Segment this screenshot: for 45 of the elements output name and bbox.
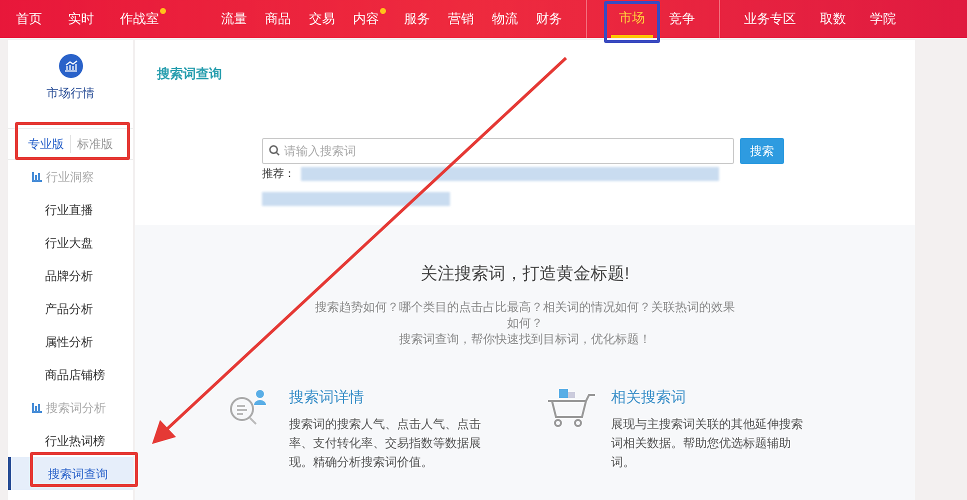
headline: 关注搜索词，打造黄金标题!	[420, 263, 630, 285]
nav-link[interactable]: 实时	[68, 0, 94, 38]
nav-link[interactable]: 商品	[265, 0, 291, 38]
feature-description: 展现与主搜索词关联的其他延伸搜索词相关数据。帮助您优选标题辅助词。	[611, 416, 804, 471]
nav-link[interactable]: 取数	[820, 0, 846, 38]
nav-link[interactable]: 市场	[611, 0, 653, 38]
nav-link[interactable]: 竞争	[669, 0, 695, 38]
nav-link[interactable]: 首页	[16, 0, 42, 38]
nav-link[interactable]: 营销	[448, 0, 474, 38]
sidebar-item[interactable]: 搜索词查询	[8, 457, 133, 490]
feature-title: 搜索词详情	[289, 388, 365, 408]
intro-text: 搜索趋势如何？哪个类目的点击占比最高？相关词的情况如何？关联热词的效果如何？	[315, 298, 735, 330]
feature-title: 相关搜索词	[611, 388, 687, 408]
search-input[interactable]: 请输入搜索词	[284, 142, 727, 160]
search-button[interactable]: 搜索	[740, 138, 784, 164]
sidebar-item[interactable]: 行业热词榜	[8, 424, 133, 457]
sidebar-item[interactable]: 商品店铺榜	[8, 358, 133, 391]
bar-chart-icon	[32, 402, 42, 412]
sidebar-title: 市场行情	[46, 85, 94, 102]
edition-tab[interactable]: 专业版	[22, 135, 70, 153]
bar-chart-icon	[32, 172, 42, 182]
search-icon	[269, 145, 280, 156]
feature-description: 搜索词的搜索人气、点击人气、点击率、支付转化率、交易指数等数据展现。精确分析搜索词价值。	[289, 416, 482, 471]
recommend-label: 推荐：	[262, 166, 295, 182]
nav-link[interactable]: 财务	[536, 0, 562, 38]
search-field[interactable]: 请输入搜索词	[262, 138, 734, 164]
nav-link[interactable]: 作战室	[120, 0, 166, 38]
nav-link[interactable]: 内容	[353, 0, 386, 38]
page-title: 搜索词查询	[157, 65, 223, 83]
sidebar-item[interactable]: 行业直播	[8, 193, 133, 226]
nav-link[interactable]: 业务专区	[744, 0, 796, 38]
sidebar-item[interactable]: 产品分析	[8, 292, 133, 325]
nav-link[interactable]: 交易	[309, 0, 335, 38]
nav-link[interactable]: 服务	[404, 0, 430, 38]
nav-link[interactable]: 流量	[221, 0, 247, 38]
menu-group-label: 行业洞察	[46, 168, 94, 186]
chart-icon	[58, 54, 82, 78]
menu-group-label: 搜索词分析	[46, 400, 106, 416]
sidebar-item[interactable]: 品牌分析	[8, 259, 133, 292]
sidebar-item[interactable]: 行业大盘	[8, 226, 133, 259]
intro-text: 搜索词查询，帮你快速找到目标词，优化标题！	[399, 330, 651, 346]
nav-link[interactable]: 学院	[870, 0, 896, 38]
nav-link[interactable]: 物流	[492, 0, 518, 38]
edition-tab[interactable]: 标准版	[70, 135, 119, 153]
sidebar-item[interactable]: 属性分析	[8, 325, 133, 358]
